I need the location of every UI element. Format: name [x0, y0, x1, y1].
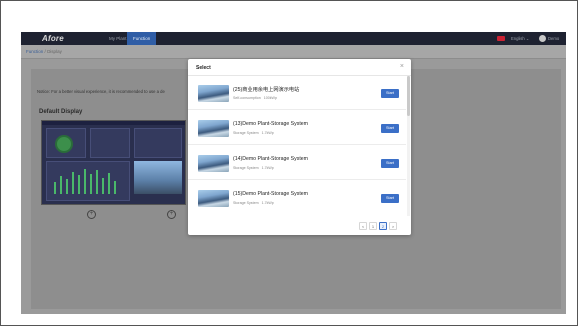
next-page-button[interactable]: >	[389, 222, 397, 230]
preview-bar	[114, 181, 116, 194]
preview-bar	[72, 172, 74, 194]
preview-bar	[54, 182, 56, 194]
list-item: (25)商业用余电上网演示电站 Self-consumption 100kWp S…	[188, 76, 406, 110]
preview-bar	[90, 174, 92, 194]
preview-gauge	[55, 135, 73, 153]
page-1-button[interactable]: 1	[369, 222, 377, 230]
plant-capacity: 1.7kWp	[261, 166, 274, 170]
breadcrumb-bar: Function / Display	[21, 45, 566, 59]
plant-name: (14)Demo Plant-Storage System	[233, 156, 308, 162]
default-display-preview[interactable]	[41, 120, 186, 205]
plant-type: Self-consumption	[233, 96, 261, 100]
plant-thumbnail	[198, 85, 229, 102]
page-2-button[interactable]: 2	[379, 222, 387, 230]
scrollbar-thumb[interactable]	[407, 76, 410, 116]
list-item: (14)Demo Plant-Storage System Storage Sy…	[188, 146, 406, 180]
start-button[interactable]: Start	[381, 89, 399, 98]
plant-capacity: 1.7kWp	[261, 201, 274, 205]
breadcrumb-separator: /	[44, 49, 46, 54]
start-button[interactable]: Start	[381, 194, 399, 203]
prev-page-button[interactable]: <	[359, 222, 367, 230]
dialog-title: Select	[196, 65, 211, 71]
plant-name: (25)商业用余电上网演示电站	[233, 87, 300, 93]
flag-icon	[497, 36, 505, 41]
plant-thumbnail	[198, 120, 229, 137]
start-button[interactable]: Start	[381, 124, 399, 133]
default-display-title: Default Display	[39, 109, 83, 115]
list-scrollbar[interactable]	[407, 76, 410, 216]
plant-name: (15)Demo Plant-Storage System	[233, 191, 308, 197]
preview-tile	[90, 128, 130, 158]
plant-type: Storage System	[233, 131, 259, 135]
nav-function[interactable]: Function	[127, 32, 157, 45]
preview-bar	[108, 173, 110, 194]
top-navigation-bar: Afore My Plant Function English ⌄ Demo	[21, 32, 566, 45]
add-display-icon[interactable]: +	[87, 210, 96, 219]
plant-name: (13)Demo Plant-Storage System	[233, 121, 308, 127]
plant-type: Storage System	[233, 201, 259, 205]
plant-capacity: 100kWp	[263, 96, 277, 100]
breadcrumb: Function / Display	[26, 49, 62, 54]
preview-tile	[46, 161, 130, 201]
breadcrumb-current: Display	[47, 49, 62, 54]
avatar[interactable]	[539, 35, 546, 42]
screen-frame: Afore My Plant Function English ⌄ Demo F…	[0, 0, 578, 326]
preview-bar	[78, 175, 80, 194]
preview-tile	[134, 128, 182, 158]
preview-header	[42, 121, 185, 125]
user-name[interactable]: Demo	[548, 32, 559, 45]
preview-bar	[102, 178, 104, 194]
close-icon[interactable]: ×	[400, 63, 404, 71]
preview-bar	[96, 170, 98, 194]
start-button[interactable]: Start	[381, 159, 399, 168]
list-item: (15)Demo Plant-Storage System Storage Sy…	[188, 181, 406, 215]
plant-meta: Storage System 1.7kWp	[233, 131, 274, 135]
plant-meta: Storage System 1.7kWp	[233, 166, 274, 170]
notice-text: Notice: For a better visual experience, …	[37, 89, 165, 94]
breadcrumb-root[interactable]: Function	[26, 49, 43, 54]
dialog-header: Select ×	[188, 59, 411, 76]
select-plant-dialog: Select × (25)商业用余电上网演示电站 Self-consumptio…	[188, 59, 411, 235]
plant-meta: Storage System 1.7kWp	[233, 201, 274, 205]
preview-bar	[60, 176, 62, 194]
afore-logo[interactable]: Afore	[42, 34, 64, 43]
preview-bar	[84, 169, 86, 194]
plant-thumbnail	[198, 190, 229, 207]
language-selector[interactable]: English ⌄	[511, 32, 529, 45]
pagination: < 1 2 >	[359, 222, 397, 231]
preview-landscape-image	[134, 161, 182, 194]
plant-thumbnail	[198, 155, 229, 172]
plant-type: Storage System	[233, 166, 259, 170]
plant-capacity: 1.7kWp	[261, 131, 274, 135]
list-item: (13)Demo Plant-Storage System Storage Sy…	[188, 111, 406, 145]
plant-meta: Self-consumption 100kWp	[233, 96, 277, 100]
preview-bar	[66, 179, 68, 194]
add-display-icon[interactable]: +	[167, 210, 176, 219]
